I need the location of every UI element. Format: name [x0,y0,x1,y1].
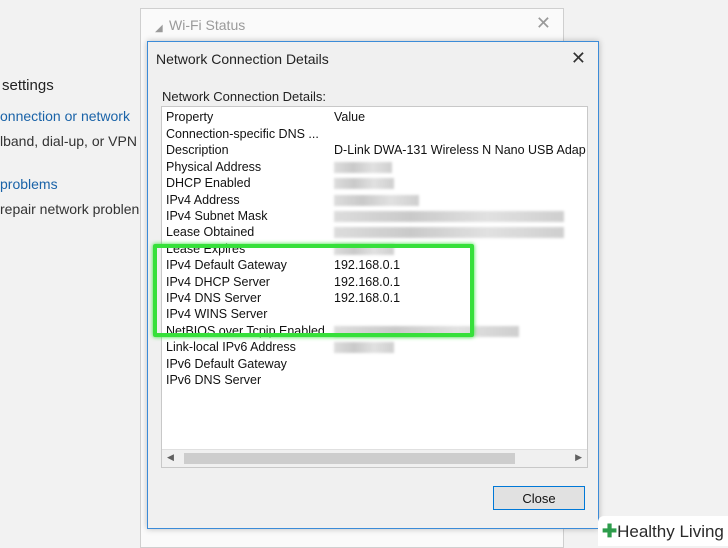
list-item[interactable]: NetBIOS over Tcpip Enabled [162,324,587,340]
list-item[interactable]: IPv6 Default Gateway [162,357,587,373]
close-icon[interactable]: ✕ [571,48,586,69]
list-item[interactable]: IPv6 DNS Server [162,373,587,389]
property-name: Lease Expires [166,241,246,256]
dialog-title: Network Connection Details [156,51,329,67]
property-name: Lease Obtained [166,225,255,240]
property-name: IPv4 Default Gateway [166,258,287,273]
watermark-text: Healthy Living [617,522,724,541]
list-item[interactable]: IPv4 Address [162,193,587,209]
list-item[interactable]: IPv4 Subnet Mask [162,209,587,225]
list-item[interactable]: IPv4 WINS Server [162,307,587,323]
list-item[interactable]: Physical Address [162,160,587,176]
troubleshoot-link[interactable]: problems [0,176,58,192]
column-header-value[interactable]: Value [334,110,365,124]
scrollbar-thumb[interactable] [184,453,515,464]
scroll-right-icon[interactable]: ▶ [575,452,582,463]
property-name: Description [166,143,229,158]
redacted-value [334,325,519,337]
list-header: Property Value [162,110,587,126]
property-value: D-Link DWA-131 Wireless N Nano USB Adap [334,143,586,158]
section-label: Network Connection Details: [162,89,327,104]
property-name: Physical Address [166,159,262,174]
redacted-value [334,161,392,173]
property-name: IPv4 DHCP Server [166,274,270,289]
wifi-status-title: Wi-Fi Status [169,17,246,33]
property-name: IPv4 WINS Server [166,307,268,322]
wifi-signal-icon: ◢ [155,23,163,34]
property-name: NetBIOS over Tcpip Enabled [166,323,325,338]
network-connection-details-dialog: Network Connection Details ✕ Network Con… [147,41,599,529]
horizontal-scrollbar[interactable]: ◀ ▶ [162,449,587,467]
network-setup-link[interactable]: onnection or network [0,108,130,124]
property-value: 192.168.0.1 [334,258,401,273]
list-item[interactable]: Link-local IPv6 Address [162,340,587,356]
list-item[interactable]: Lease Obtained [162,225,587,241]
network-setup-description: lband, dial-up, or VPN [0,133,137,149]
redacted-value [334,342,394,354]
wifi-close-icon[interactable]: ✕ [536,13,551,34]
property-value: 192.168.0.1 [334,274,401,289]
details-list[interactable]: Property Value Connection-specific DNS .… [161,106,588,468]
list-item[interactable]: DHCP Enabled [162,176,587,192]
settings-heading: settings [2,77,54,94]
troubleshoot-description: repair network problen [0,201,140,217]
scroll-left-icon[interactable]: ◀ [167,452,174,463]
list-item[interactable]: Description D-Link DWA-131 Wireless N Nan… [162,143,587,159]
watermark-logo: ✚Healthy Living [598,516,728,546]
property-name: Connection-specific DNS ... [166,127,319,141]
column-header-property[interactable]: Property [166,110,213,124]
list-item[interactable]: IPv4 Default Gateway 192.168.0.1 [162,258,587,274]
list-item[interactable]: IPv4 DNS Server 192.168.0.1 [162,291,587,307]
property-name: IPv4 Subnet Mask [166,209,268,223]
redacted-value [334,227,564,239]
list-item[interactable]: Lease Expires [162,242,587,258]
property-value: 192.168.0.1 [334,291,401,305]
close-button[interactable]: Close [493,486,585,510]
list-item[interactable]: IPv4 DHCP Server 192.168.0.1 [162,275,587,291]
property-name: IPv4 Address [166,192,240,207]
healthy-living-logo-icon: ✚ [602,521,618,541]
redacted-value [334,194,419,206]
redacted-value [334,243,394,255]
property-name: IPv6 Default Gateway [166,356,287,371]
property-name: IPv4 DNS Server [166,291,262,305]
redacted-value [334,211,564,222]
list-item[interactable]: Connection-specific DNS ... [162,127,587,143]
property-name: Link-local IPv6 Address [166,340,296,355]
redacted-value [334,178,394,190]
property-name: DHCP Enabled [166,176,251,191]
property-name: IPv6 DNS Server [166,373,262,387]
